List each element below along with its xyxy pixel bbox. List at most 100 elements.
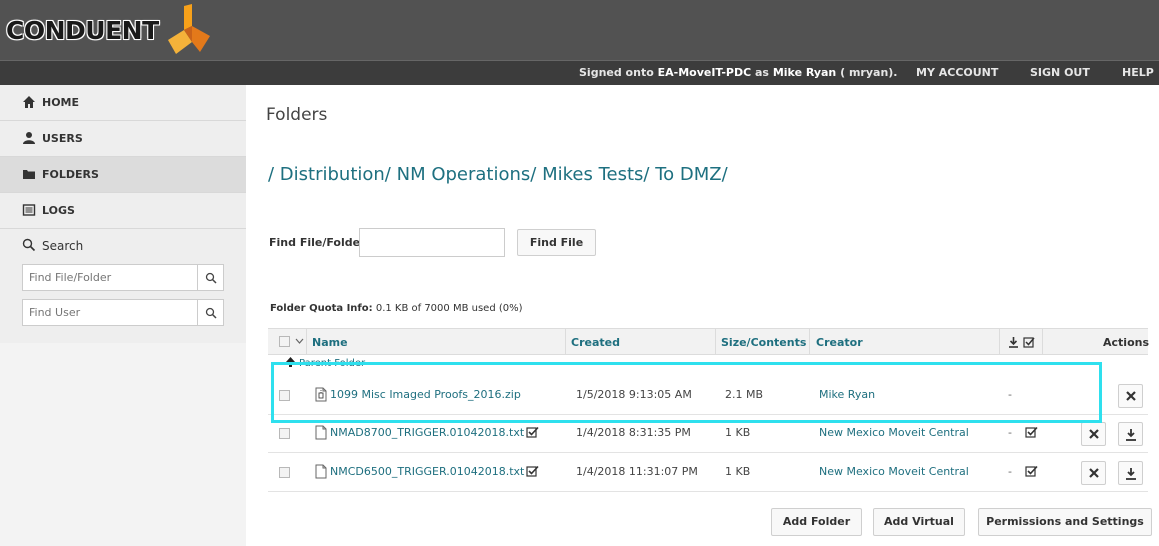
search-icon — [205, 272, 217, 284]
quota-label: Folder Quota Info: — [270, 303, 373, 314]
delete-button[interactable] — [1081, 422, 1106, 446]
file-size: 1 KB — [725, 465, 751, 478]
quota-value: 0.1 KB of 7000 MB used (0%) — [375, 303, 523, 314]
delete-button[interactable] — [1118, 384, 1143, 408]
creator-link[interactable]: New Mexico Moveit Central — [819, 465, 969, 478]
add-virtual-button[interactable]: Add Virtual — [873, 508, 965, 536]
sidebar-item-home[interactable]: HOME — [0, 85, 246, 121]
parent-folder-link[interactable]: Parent Folder — [286, 357, 365, 369]
page-title: Folders — [266, 105, 328, 125]
check-square-icon — [1025, 426, 1038, 438]
sidebar-item-label: USERS — [42, 132, 83, 145]
permissions-and-settings-button[interactable]: Permissions and Settings — [978, 508, 1152, 536]
row-checkbox[interactable] — [279, 467, 290, 478]
conduent-logo: CONDUENT — [6, 4, 210, 56]
file-table-header: Name Created Size/Contents Creator Actio… — [268, 328, 1149, 355]
creator-link[interactable]: Mike Ryan — [819, 388, 875, 401]
column-separator — [565, 329, 566, 355]
column-separator — [306, 329, 307, 355]
home-icon — [23, 96, 35, 108]
checkbox-column-icon — [1023, 337, 1035, 348]
table-row[interactable]: NMAD8700_TRIGGER.01042018.txt 1/4/2018 8… — [268, 415, 1148, 453]
find-file-search-button[interactable] — [197, 264, 224, 291]
column-separator — [715, 329, 716, 355]
row-checkbox[interactable] — [279, 428, 290, 439]
check-square-icon — [1025, 465, 1038, 477]
select-all-checkbox[interactable] — [279, 336, 290, 347]
breadcrumb-mikes-tests[interactable]: Mikes Tests/ — [542, 164, 649, 185]
file-icon — [315, 425, 327, 440]
search-icon — [205, 307, 217, 319]
column-header-created[interactable]: Created — [571, 336, 620, 349]
find-file-folder-input[interactable] — [22, 264, 198, 291]
help-link[interactable]: HELP — [1122, 66, 1154, 79]
file-name-link[interactable]: 1099 Misc Imaged Proofs_2016.zip — [330, 388, 521, 401]
sidebar-item-label: HOME — [42, 96, 80, 109]
logo-text: CONDUENT — [6, 16, 159, 45]
search-title: Search — [42, 239, 84, 253]
sidebar-footer-area — [0, 343, 246, 546]
download-column-icon — [1009, 337, 1018, 348]
file-name-link[interactable]: NMAD8700_TRIGGER.01042018.txt — [330, 426, 539, 439]
breadcrumb: / Distribution/ NM Operations/ Mikes Tes… — [268, 164, 728, 185]
check-square-icon — [526, 426, 539, 438]
file-size: 2.1 MB — [725, 388, 764, 401]
file-icon — [315, 464, 327, 479]
download-flag: - — [1008, 426, 1012, 439]
file-size: 1 KB — [725, 426, 751, 439]
add-folder-button[interactable]: Add Folder — [771, 508, 862, 536]
table-row[interactable]: 1099 Misc Imaged Proofs_2016.zip 1/5/201… — [268, 377, 1148, 415]
table-row[interactable]: NMCD6500_TRIGGER.01042018.txt 1/4/2018 1… — [268, 454, 1148, 492]
sign-out-link[interactable]: SIGN OUT — [1030, 66, 1090, 79]
column-separator — [999, 329, 1000, 355]
download-button[interactable] — [1118, 422, 1143, 446]
column-header-creator[interactable]: Creator — [816, 336, 863, 349]
breadcrumb-to-dmz[interactable]: To DMZ/ — [655, 164, 727, 185]
logs-icon — [22, 204, 36, 216]
close-icon — [1089, 429, 1099, 439]
sidebar-item-label: LOGS — [42, 204, 75, 217]
find-user-search-button[interactable] — [197, 299, 224, 326]
created-date: 1/4/2018 11:31:07 PM — [576, 465, 698, 478]
download-flag: - — [1008, 465, 1012, 478]
column-header-actions: Actions — [1103, 336, 1149, 349]
signed-on-text: Signed onto EA-MoveIT-PDC as Mike Ryan (… — [579, 66, 898, 79]
breadcrumb-distribution[interactable]: / Distribution/ — [268, 164, 391, 185]
arrow-up-icon — [286, 357, 295, 367]
file-name-link[interactable]: NMCD6500_TRIGGER.01042018.txt — [330, 465, 539, 478]
sidebar-item-label: FOLDERS — [42, 168, 99, 181]
zip-file-icon — [315, 387, 327, 402]
chevron-down-icon[interactable] — [295, 338, 304, 345]
check-square-icon — [526, 465, 539, 477]
find-file-folder-field[interactable] — [359, 228, 505, 257]
server-name: EA-MoveIT-PDC — [657, 66, 752, 79]
delete-button[interactable] — [1081, 461, 1106, 485]
created-date: 1/4/2018 8:31:35 PM — [576, 426, 691, 439]
close-icon — [1089, 468, 1099, 478]
download-icon — [1126, 468, 1136, 480]
folder-icon — [23, 170, 35, 179]
creator-link[interactable]: New Mexico Moveit Central — [819, 426, 969, 439]
logo-mark-icon — [168, 4, 210, 54]
sidebar-item-users[interactable]: USERS — [0, 121, 246, 157]
user-icon — [23, 132, 35, 144]
sidebar-item-folders[interactable]: FOLDERS — [0, 157, 246, 193]
download-button[interactable] — [1118, 461, 1143, 485]
find-file-button[interactable]: Find File — [517, 229, 596, 256]
column-separator — [809, 329, 810, 355]
download-flag: - — [1008, 388, 1012, 401]
close-icon — [1126, 391, 1136, 401]
user-name: Mike Ryan — [772, 66, 837, 79]
my-account-link[interactable]: MY ACCOUNT — [916, 66, 998, 79]
sidebar-item-logs[interactable]: LOGS — [0, 193, 246, 229]
breadcrumb-nm-operations[interactable]: NM Operations/ — [397, 164, 537, 185]
column-header-name[interactable]: Name — [312, 336, 348, 349]
find-user-input[interactable] — [22, 299, 198, 326]
search-icon — [22, 238, 36, 252]
column-header-size[interactable]: Size/Contents — [721, 336, 806, 349]
download-icon — [1126, 429, 1136, 441]
find-file-folder-label: Find File/Folder: — [269, 236, 370, 249]
row-checkbox[interactable] — [279, 390, 290, 401]
folder-quota-info: Folder Quota Info: 0.1 KB of 7000 MB use… — [270, 303, 523, 314]
column-separator — [1042, 329, 1043, 355]
